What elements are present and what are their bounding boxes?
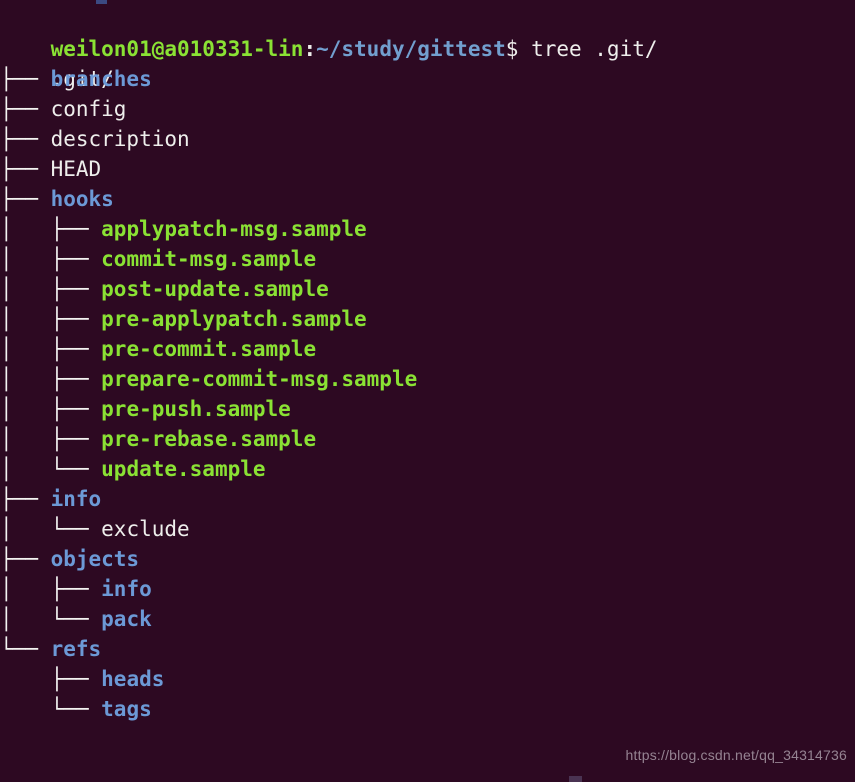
tree-directory-name: branches bbox=[50, 67, 152, 91]
tree-branch-glyph: │ └── bbox=[0, 517, 102, 541]
tree-branch-glyph: ├── bbox=[0, 127, 51, 151]
tree-row: │ ├── pre-rebase.sample bbox=[0, 424, 316, 454]
tree-branch-glyph: │ ├── bbox=[0, 367, 102, 391]
tree-file-name: pre-rebase.sample bbox=[101, 427, 317, 451]
tree-row: │ ├── prepare-commit-msg.sample bbox=[0, 364, 417, 394]
tree-branch-glyph: │ └── bbox=[0, 607, 102, 631]
tree-row: ├── branches bbox=[0, 64, 152, 94]
tree-branch-glyph: │ └── bbox=[0, 457, 102, 481]
prompt-sigil: $ bbox=[505, 37, 519, 61]
prompt-separator: : bbox=[303, 37, 317, 61]
tree-directory-name: hooks bbox=[50, 187, 114, 211]
tree-file-name: update.sample bbox=[101, 457, 266, 481]
tree-branch-glyph: ├── bbox=[0, 97, 51, 121]
tree-branch-glyph: └── bbox=[0, 637, 51, 661]
tree-directory-name: info bbox=[50, 487, 102, 511]
tree-file-name: prepare-commit-msg.sample bbox=[101, 367, 418, 391]
tree-summary: 9 directories, 13 files bbox=[0, 754, 341, 782]
tree-branch-glyph: │ ├── bbox=[0, 397, 102, 421]
tree-file-name: commit-msg.sample bbox=[101, 247, 317, 271]
tree-branch-glyph: ├── bbox=[0, 187, 51, 211]
tree-row: ├── hooks bbox=[0, 184, 114, 214]
tree-directory-name: refs bbox=[50, 637, 102, 661]
tree-file-name: post-update.sample bbox=[101, 277, 329, 301]
tree-root: .git/ bbox=[0, 34, 114, 91]
tree-row: │ ├── pre-commit.sample bbox=[0, 334, 316, 364]
tree-file-name: pre-applypatch.sample bbox=[101, 307, 367, 331]
tree-file-name: HEAD bbox=[50, 157, 102, 181]
command-text: tree .git/ bbox=[518, 37, 658, 61]
tree-directory-name: pack bbox=[101, 607, 152, 631]
tree-branch-glyph: ├── bbox=[0, 157, 51, 181]
watermark: https://blog.csdn.net/qq_34314736 bbox=[625, 747, 847, 763]
tree-row: │ ├── pre-push.sample bbox=[0, 394, 291, 424]
tree-row: │ ├── applypatch-msg.sample bbox=[0, 214, 367, 244]
tree-row: ├── config bbox=[0, 94, 126, 124]
tree-branch-glyph: ├── bbox=[0, 547, 51, 571]
tree-row: ├── objects bbox=[0, 544, 139, 574]
tree-row: └── refs bbox=[0, 634, 101, 664]
tree-row: │ ├── pre-applypatch.sample bbox=[0, 304, 367, 334]
tree-file-name: description bbox=[50, 127, 190, 151]
tree-branch-glyph: │ ├── bbox=[0, 427, 102, 451]
tree-row: │ └── exclude bbox=[0, 514, 190, 544]
tree-directory-name: tags bbox=[101, 697, 152, 721]
tree-row: │ ├── commit-msg.sample bbox=[0, 244, 316, 274]
tree-row: ├── description bbox=[0, 124, 190, 154]
tree-branch-glyph: │ ├── bbox=[0, 277, 102, 301]
tree-row: ├── HEAD bbox=[0, 154, 101, 184]
tree-file-name: pre-commit.sample bbox=[101, 337, 317, 361]
tree-directory-name: objects bbox=[50, 547, 140, 571]
tree-row: ├── heads bbox=[0, 664, 165, 694]
tree-branch-glyph: │ ├── bbox=[0, 307, 102, 331]
terminal-window[interactable]: weilon01@a010331-lin:~/study/gittest$ tr… bbox=[0, 0, 855, 782]
tree-row: │ └── pack bbox=[0, 604, 152, 634]
shell-prompt-line: weilon01@a010331-lin:~/study/gittest$ tr… bbox=[0, 4, 658, 61]
tree-directory-name: info bbox=[101, 577, 152, 601]
tree-row: │ └── update.sample bbox=[0, 454, 266, 484]
tree-row: │ ├── post-update.sample bbox=[0, 274, 329, 304]
tree-branch-glyph: │ ├── bbox=[0, 337, 102, 361]
tree-branch-glyph: ├── bbox=[0, 667, 102, 691]
tree-branch-glyph: │ ├── bbox=[0, 217, 102, 241]
tree-row: │ ├── info bbox=[0, 574, 152, 604]
tree-file-name: pre-push.sample bbox=[101, 397, 291, 421]
tree-branch-glyph: ├── bbox=[0, 67, 51, 91]
tree-directory-name: heads bbox=[101, 667, 165, 691]
tree-branch-glyph: ├── bbox=[0, 487, 51, 511]
prompt-path: ~/study/gittest bbox=[316, 37, 506, 61]
tree-file-name: config bbox=[50, 97, 127, 121]
tree-file-name: applypatch-msg.sample bbox=[101, 217, 367, 241]
tree-branch-glyph: │ ├── bbox=[0, 247, 102, 271]
tree-file-name: exclude bbox=[101, 517, 190, 541]
tree-branch-glyph: └── bbox=[0, 697, 102, 721]
tree-row: └── tags bbox=[0, 694, 152, 724]
tree-row: ├── info bbox=[0, 484, 101, 514]
tree-branch-glyph: │ ├── bbox=[0, 577, 102, 601]
bottom-cursor-artifact bbox=[569, 776, 582, 782]
